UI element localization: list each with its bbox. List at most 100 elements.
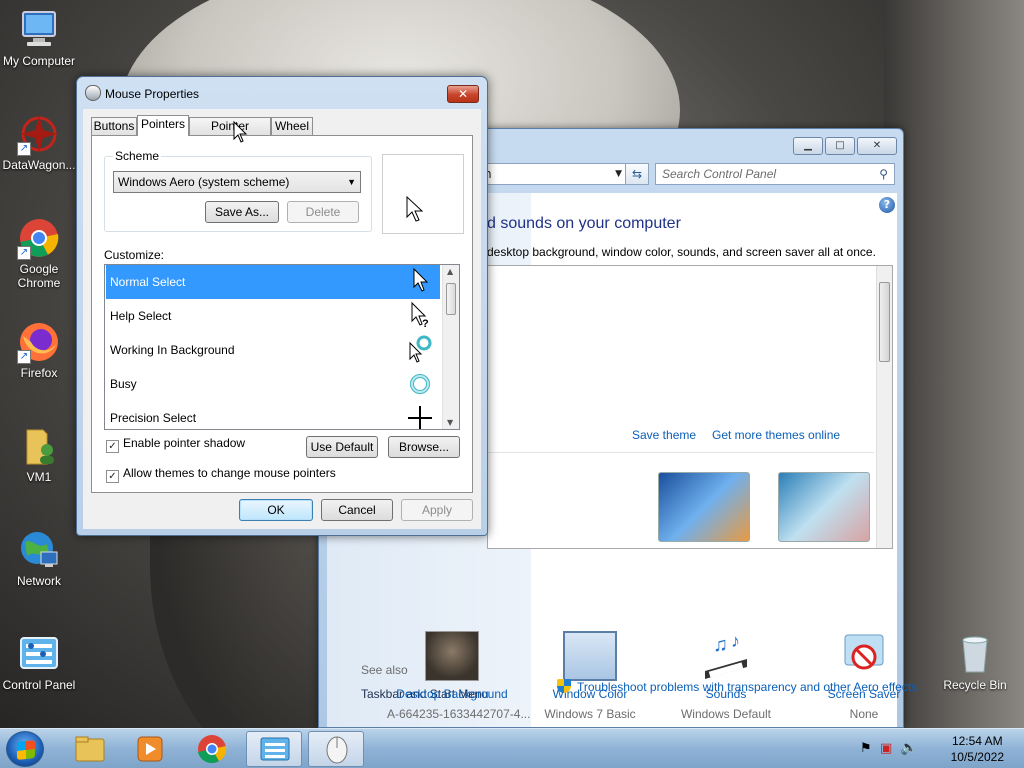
shield-icon — [557, 679, 571, 693]
chevron-down-icon: ▼ — [347, 177, 356, 187]
desktop-icon-label: Control Panel — [2, 678, 76, 692]
shortcut-arrow-icon: ↗ — [17, 142, 31, 156]
get-more-themes-link[interactable]: Get more themes online — [712, 428, 840, 442]
desktop-icon-datawagon[interactable]: ↗ DataWagon... — [0, 112, 78, 172]
scrollbar-thumb[interactable] — [879, 282, 890, 362]
scroll-down-icon[interactable]: ▼ — [447, 418, 453, 427]
cursor-list[interactable]: Normal Select Help Select ? Working In B… — [104, 264, 460, 430]
screen-saver-item[interactable]: Screen Saver None — [799, 631, 929, 721]
page-description: desktop background, window color, sounds… — [487, 245, 876, 259]
maximize-button[interactable]: □ — [825, 137, 855, 155]
tab-pointers[interactable]: Pointers — [137, 115, 189, 136]
folder-icon — [75, 736, 105, 762]
theme-thumbnail[interactable] — [658, 472, 750, 542]
close-button[interactable]: ✕ — [857, 137, 897, 155]
window-color-item[interactable]: Window Color Windows 7 Basic — [525, 631, 655, 721]
refresh-button[interactable]: ⇆ — [625, 163, 649, 185]
taskbar-chrome[interactable] — [184, 731, 240, 767]
mouse-properties-dialog[interactable]: Mouse Properties ✕ Buttons Pointers Poin… — [76, 76, 488, 536]
desktop-icon-firefox[interactable]: ↗ Firefox — [0, 320, 78, 380]
allow-themes-checkbox[interactable]: ✓ Allow themes to change mouse pointers — [106, 466, 336, 483]
apply-button[interactable]: Apply — [401, 499, 473, 521]
volume-icon[interactable]: 🔈 — [900, 740, 917, 756]
use-default-button[interactable]: Use Default — [306, 436, 378, 458]
desktop-icon-label: Firefox — [20, 366, 58, 380]
list-item[interactable]: Working In Background — [106, 333, 440, 367]
tab-buttons[interactable]: Buttons — [91, 117, 137, 135]
taskbar-explorer[interactable] — [62, 731, 118, 767]
cursor-name: Normal Select — [110, 275, 186, 289]
control-panel-icon — [17, 632, 61, 676]
scrollbar-thumb[interactable] — [446, 283, 456, 315]
close-button[interactable]: ✕ — [447, 85, 479, 103]
page-title: d sounds on your computer — [487, 215, 681, 232]
media-player-icon — [137, 736, 163, 762]
sounds-icon: ♫ ♪ — [699, 631, 753, 681]
troubleshoot-link[interactable]: Troubleshoot problems with transparency … — [557, 679, 917, 694]
scrollbar[interactable]: ▲ ▼ — [442, 265, 459, 429]
sounds-item[interactable]: ♫ ♪ Sounds Windows Default — [661, 631, 791, 721]
firefox-icon: ↗ — [17, 320, 61, 364]
theme-list[interactable]: Save theme Get more themes online — [487, 265, 893, 549]
enable-shadow-label: Enable pointer shadow — [123, 436, 246, 450]
desktop-icon-label: Network — [16, 574, 61, 588]
computer-icon — [17, 8, 61, 52]
theme-thumbnail[interactable] — [778, 472, 870, 542]
arrow-cursor-icon — [406, 195, 424, 222]
system-tray: ⚑ ▣ 🔈 12:54 AM 10/5/2022 — [854, 729, 1024, 768]
search-icon[interactable]: ⚲ — [879, 164, 888, 184]
window-controls: ▁ □ ✕ — [793, 137, 897, 155]
cursor-name: Working In Background — [110, 343, 235, 357]
cursor-name: Busy — [110, 377, 137, 391]
window-color-value: Windows 7 Basic — [544, 707, 636, 721]
cancel-button[interactable]: Cancel — [321, 499, 393, 521]
scroll-up-icon[interactable]: ▲ — [447, 267, 453, 276]
list-item[interactable]: Help Select ? — [106, 299, 440, 333]
checkbox-checked-icon[interactable]: ✓ — [106, 470, 119, 483]
desktop-icon-network[interactable]: Network — [0, 528, 78, 588]
desktop-icon-chrome[interactable]: ↗ Google Chrome — [0, 216, 78, 290]
save-theme-link[interactable]: Save theme — [632, 428, 696, 442]
clock[interactable]: 12:54 AM 10/5/2022 — [951, 733, 1004, 765]
minimize-button[interactable]: ▁ — [793, 137, 823, 155]
scheme-select[interactable]: Windows Aero (system scheme) ▼ — [113, 171, 361, 193]
divider — [488, 452, 874, 453]
list-item[interactable]: Precision Select — [106, 401, 440, 429]
taskbar-mouse-properties[interactable] — [308, 731, 364, 767]
search-input[interactable]: Search Control Panel ⚲ — [655, 163, 895, 185]
list-item[interactable]: Busy — [106, 367, 440, 401]
busy-cursor-icon — [408, 367, 432, 401]
taskbar-control-panel[interactable] — [246, 731, 302, 767]
ok-button[interactable]: OK — [239, 499, 313, 521]
enable-shadow-checkbox[interactable]: ✓ Enable pointer shadow — [106, 436, 245, 453]
tab-pointer-options[interactable]: Pointer Options — [189, 117, 271, 149]
list-item[interactable]: Normal Select — [106, 265, 440, 299]
delete-button[interactable]: Delete — [287, 201, 359, 223]
desktop-background-item[interactable]: Desktop Background A-664235-1633442707-4… — [387, 631, 530, 721]
chrome-icon: ↗ — [17, 216, 61, 260]
address-bar[interactable]: n ▼ — [479, 163, 627, 185]
network-status-icon[interactable]: ▣ — [880, 741, 892, 756]
chevron-down-icon[interactable]: ▼ — [615, 164, 622, 184]
desktop-icon-label: VM1 — [26, 470, 52, 484]
browse-button[interactable]: Browse... — [388, 436, 460, 458]
desktop-icon-control-panel[interactable]: Control Panel — [0, 632, 78, 692]
action-center-icon[interactable]: ⚑ — [860, 741, 872, 756]
network-icon — [17, 528, 61, 572]
desktop-icon-my-computer[interactable]: My Computer — [0, 8, 78, 68]
save-as-button[interactable]: Save As... — [205, 201, 279, 223]
screen-saver-icon — [837, 631, 891, 681]
desktop-icon-vm1[interactable]: VM1 — [0, 424, 78, 484]
checkbox-checked-icon[interactable]: ✓ — [106, 440, 119, 453]
mouse-cursor-icon — [233, 120, 248, 143]
help-cursor-icon: ? — [408, 299, 432, 333]
cursor-name: Help Select — [110, 309, 172, 323]
scrollbar[interactable] — [876, 266, 892, 548]
shortcut-arrow-icon: ↗ — [17, 246, 31, 260]
desktop-icon-label: DataWagon... — [2, 158, 76, 172]
tab-wheel[interactable]: Wheel — [271, 117, 313, 135]
start-button[interactable] — [6, 731, 44, 767]
taskbar-media-player[interactable] — [122, 731, 178, 767]
help-icon[interactable]: ? — [879, 197, 895, 213]
desktop-icon-recycle-bin[interactable]: Recycle Bin — [936, 632, 1014, 692]
